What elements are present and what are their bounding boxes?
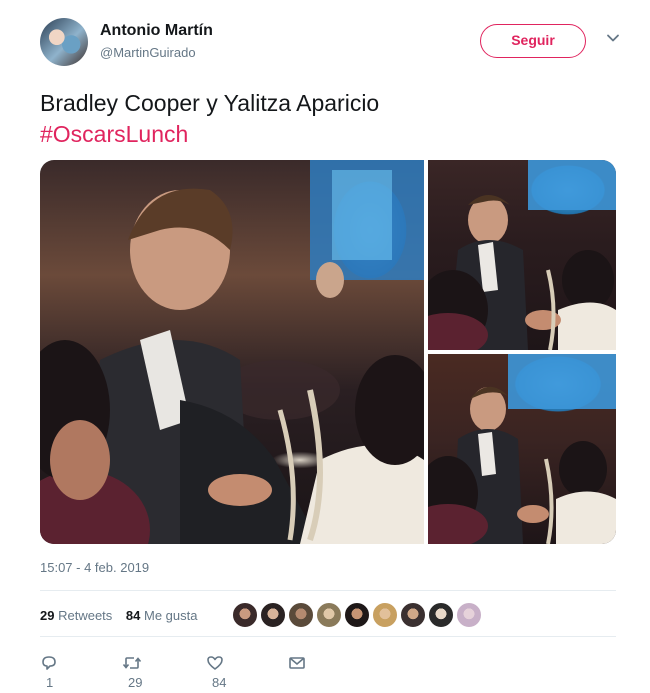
tweet-timestamp[interactable]: 15:07 - 4 feb. 2019 <box>40 560 149 575</box>
tweet-text: Bradley Cooper y Yalitza Aparicio #Oscar… <box>40 88 379 150</box>
like-count: 84 <box>212 674 227 690</box>
author-name[interactable]: Antonio Martín <box>100 22 213 40</box>
liker-avatar[interactable] <box>372 602 398 628</box>
liker-avatar[interactable] <box>260 602 286 628</box>
likes-count: 84 <box>125 608 141 623</box>
liker-avatar[interactable] <box>344 602 370 628</box>
follow-button[interactable]: Seguir <box>480 24 586 58</box>
likes-stat[interactable]: 84 Me gusta <box>126 604 198 628</box>
photo-top-right[interactable] <box>428 160 616 350</box>
retweets-stat[interactable]: 29 Retweets <box>40 604 112 628</box>
photo-main-illustration <box>40 160 424 544</box>
reply-count: 1 <box>46 674 54 690</box>
avatar[interactable] <box>40 18 88 66</box>
liker-avatar[interactable] <box>428 602 454 628</box>
media-grid <box>40 160 616 544</box>
retweet-count: 29 <box>128 674 143 690</box>
retweets-label: Retweets <box>58 608 113 623</box>
liker-avatar[interactable] <box>400 602 426 628</box>
tweet-header: Antonio Martín @MartinGuirado Seguir <box>40 18 620 70</box>
liker-avatar[interactable] <box>316 602 342 628</box>
message-action[interactable] <box>288 652 306 672</box>
divider <box>40 590 616 591</box>
liker-avatar[interactable] <box>288 602 314 628</box>
engagement-stats: 29 Retweets 84 Me gusta <box>40 604 208 628</box>
reply-action[interactable]: 1 <box>40 652 58 690</box>
photo-top-right-illustration <box>428 160 616 350</box>
retweets-count: 29 <box>40 608 55 623</box>
photo-bottom-right[interactable] <box>428 354 616 544</box>
divider <box>40 636 616 637</box>
retweet-icon <box>122 656 142 669</box>
likes-label: Me gusta <box>144 608 198 623</box>
photo-main[interactable] <box>40 160 424 544</box>
author-handle[interactable]: @MartinGuirado <box>100 45 196 60</box>
tweet-body: Bradley Cooper y Yalitza Aparicio <box>40 90 380 116</box>
like-action[interactable]: 84 <box>206 652 226 690</box>
liker-avatar[interactable] <box>456 602 482 628</box>
chevron-down-icon[interactable] <box>606 31 620 45</box>
retweet-action[interactable]: 29 <box>122 652 142 690</box>
heart-icon <box>207 655 223 670</box>
hashtag-link[interactable]: #OscarsLunch <box>40 119 379 150</box>
reply-icon <box>42 655 56 670</box>
message-icon <box>289 656 305 669</box>
liker-avatar[interactable] <box>232 602 258 628</box>
photo-bottom-right-illustration <box>428 354 616 544</box>
